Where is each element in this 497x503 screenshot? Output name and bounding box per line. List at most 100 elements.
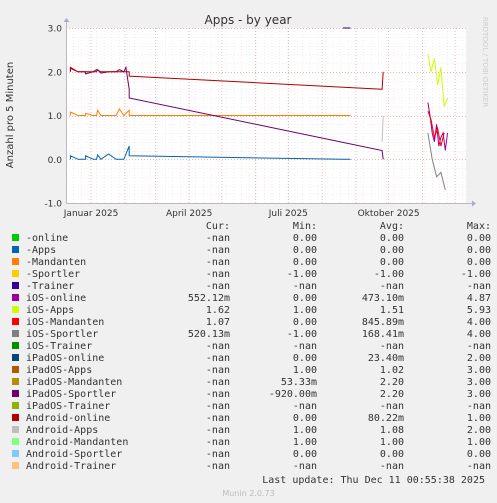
legend-swatch <box>12 257 19 265</box>
legend-max: 5.93 <box>466 305 491 316</box>
legend-max: -nan <box>466 341 491 352</box>
legend-row: iPadOS-online -nan 0.00 23.40m 2.00 <box>12 353 491 365</box>
legend-swatch <box>12 413 19 421</box>
legend-row: -Sportler -nan -1.00 -1.00 -1.00 <box>12 269 491 281</box>
legend-label: iOS-online <box>26 293 87 304</box>
legend-row: iOS-Sportler 520.13m -1.00 168.41m 4.00 <box>12 329 491 341</box>
legend-table: Cur: Min: Avg: Max: -online -nan 0.00 0.00 0… <box>12 221 491 473</box>
legend-swatch <box>12 425 19 433</box>
y-tick-label: 3.0 <box>48 25 63 35</box>
last-update: Last update: Thu Dec 11 00:55:38 2025 <box>262 475 485 486</box>
legend-max: 0.00 <box>466 233 491 244</box>
legend-swatch <box>12 437 19 445</box>
legend-avg: 23.40m <box>367 353 404 364</box>
x-tick-label: Januar 2025 <box>63 209 119 219</box>
legend-swatch <box>12 293 19 301</box>
legend-row: iPadOS-Apps -nan 1.00 1.02 3.00 <box>12 365 491 377</box>
legend-cur: -nan <box>205 353 230 364</box>
legend-avg: 0.00 <box>379 233 404 244</box>
legend-swatch <box>12 269 19 277</box>
legend-min: 0.00 <box>292 449 317 460</box>
legend-label: -Sportler <box>26 269 81 280</box>
legend-label: Android-online <box>26 413 111 424</box>
legend-row: iOS-Apps 1.62 1.00 1.51 5.93 <box>12 305 491 317</box>
legend-avg: 1.08 <box>379 425 404 436</box>
legend-avg: -nan <box>379 401 404 412</box>
legend-max: 0.00 <box>466 245 491 256</box>
legend-cur: 552.12m <box>187 293 230 304</box>
legend-swatch <box>12 401 19 409</box>
legend-max: 0.00 <box>466 449 491 460</box>
legend-min: -nan <box>292 341 317 352</box>
legend-min: -1.00 <box>286 269 317 280</box>
legend-label: Android-Trainer <box>26 461 117 472</box>
y-tick-label: 1.0 <box>48 112 63 122</box>
legend-avg: -nan <box>379 461 404 472</box>
legend-row: Android-Apps -nan 1.00 1.08 2.00 <box>12 425 491 437</box>
legend-label: -online <box>26 233 69 244</box>
legend-max: 4.00 <box>466 329 491 340</box>
legend-row: iOS-online 552.12m 0.00 473.10m 4.87 <box>12 293 491 305</box>
legend-label: -Apps <box>26 245 57 256</box>
legend-avg: -nan <box>379 341 404 352</box>
legend-swatch <box>12 461 19 469</box>
legend-label: Android-Mandanten <box>26 437 129 448</box>
legend-avg: 0.00 <box>379 449 404 460</box>
legend-header-row: Cur: Min: Avg: Max: <box>12 221 491 233</box>
x-tick-label: April 2025 <box>166 209 212 219</box>
legend-label: iOS-Mandanten <box>26 317 105 328</box>
legend-swatch <box>12 305 19 313</box>
legend-cur: -nan <box>205 449 230 460</box>
legend-cur: 1.62 <box>205 305 230 316</box>
legend-label: Android-Apps <box>26 425 99 436</box>
legend-avg: 2.20 <box>379 389 404 400</box>
legend-min: 0.00 <box>292 353 317 364</box>
legend-swatch <box>12 317 19 325</box>
legend-min: -1.00 <box>286 329 317 340</box>
legend-label: Android-Sportler <box>26 449 123 460</box>
legend-avg: 1.02 <box>379 365 404 376</box>
legend-cur: -nan <box>205 413 230 424</box>
legend-cur: -nan <box>205 269 230 280</box>
legend-label: iPadOS-Sportler <box>26 389 117 400</box>
y-tick-label: -1.0 <box>44 200 62 210</box>
legend-cur: 1.07 <box>205 317 230 328</box>
x-tick-label: Oktober 2025 <box>358 209 420 219</box>
legend-label: iPadOS-online <box>26 353 105 364</box>
legend-max: 0.00 <box>466 257 491 268</box>
legend-cur: -nan <box>205 233 230 244</box>
legend-min: 1.00 <box>292 437 317 448</box>
legend-row: iPadOS-Trainer -nan -nan -nan -nan <box>12 401 491 413</box>
legend-min: 0.00 <box>292 233 317 244</box>
legend-max: 4.87 <box>466 293 491 304</box>
chart-area: Apps - by year Anzahl pro 5 Minuten RRDT… <box>5 13 489 219</box>
y-tick-label: 2.0 <box>48 68 63 78</box>
legend-cur: -nan <box>205 257 230 268</box>
legend-cur: -nan <box>205 425 230 436</box>
legend-swatch <box>12 341 19 349</box>
legend-swatch <box>12 389 19 397</box>
legend-min: -nan <box>292 461 317 472</box>
legend-label: iOS-Sportler <box>26 329 99 340</box>
legend-max: -1.00 <box>460 269 491 280</box>
legend-min: 0.00 <box>292 413 317 424</box>
legend-avg: -1.00 <box>373 269 404 280</box>
legend-cur: -nan <box>205 245 230 256</box>
legend-row: Android-Trainer -nan -nan -nan -nan <box>12 461 491 473</box>
legend-avg: 0.00 <box>379 257 404 268</box>
legend-max: -nan <box>466 281 491 292</box>
legend-row: -Trainer -nan -nan -nan -nan <box>12 281 491 293</box>
legend-header-max: Max: <box>466 221 491 232</box>
legend-min: 0.00 <box>292 317 317 328</box>
legend-avg: 845.89m <box>361 317 404 328</box>
legend-avg: 473.10m <box>361 293 404 304</box>
legend-header-cur: Cur: <box>205 221 230 232</box>
legend-label: -Trainer <box>26 281 75 292</box>
legend-row: iOS-Trainer -nan -nan -nan -nan <box>12 341 491 353</box>
legend-cur: -nan <box>205 377 230 388</box>
legend-max: 4.00 <box>466 317 491 328</box>
legend-min: -nan <box>292 401 317 412</box>
legend-swatch <box>12 233 19 241</box>
legend-row: -online -nan 0.00 0.00 0.00 <box>12 233 491 245</box>
legend-max: 2.00 <box>466 353 491 364</box>
